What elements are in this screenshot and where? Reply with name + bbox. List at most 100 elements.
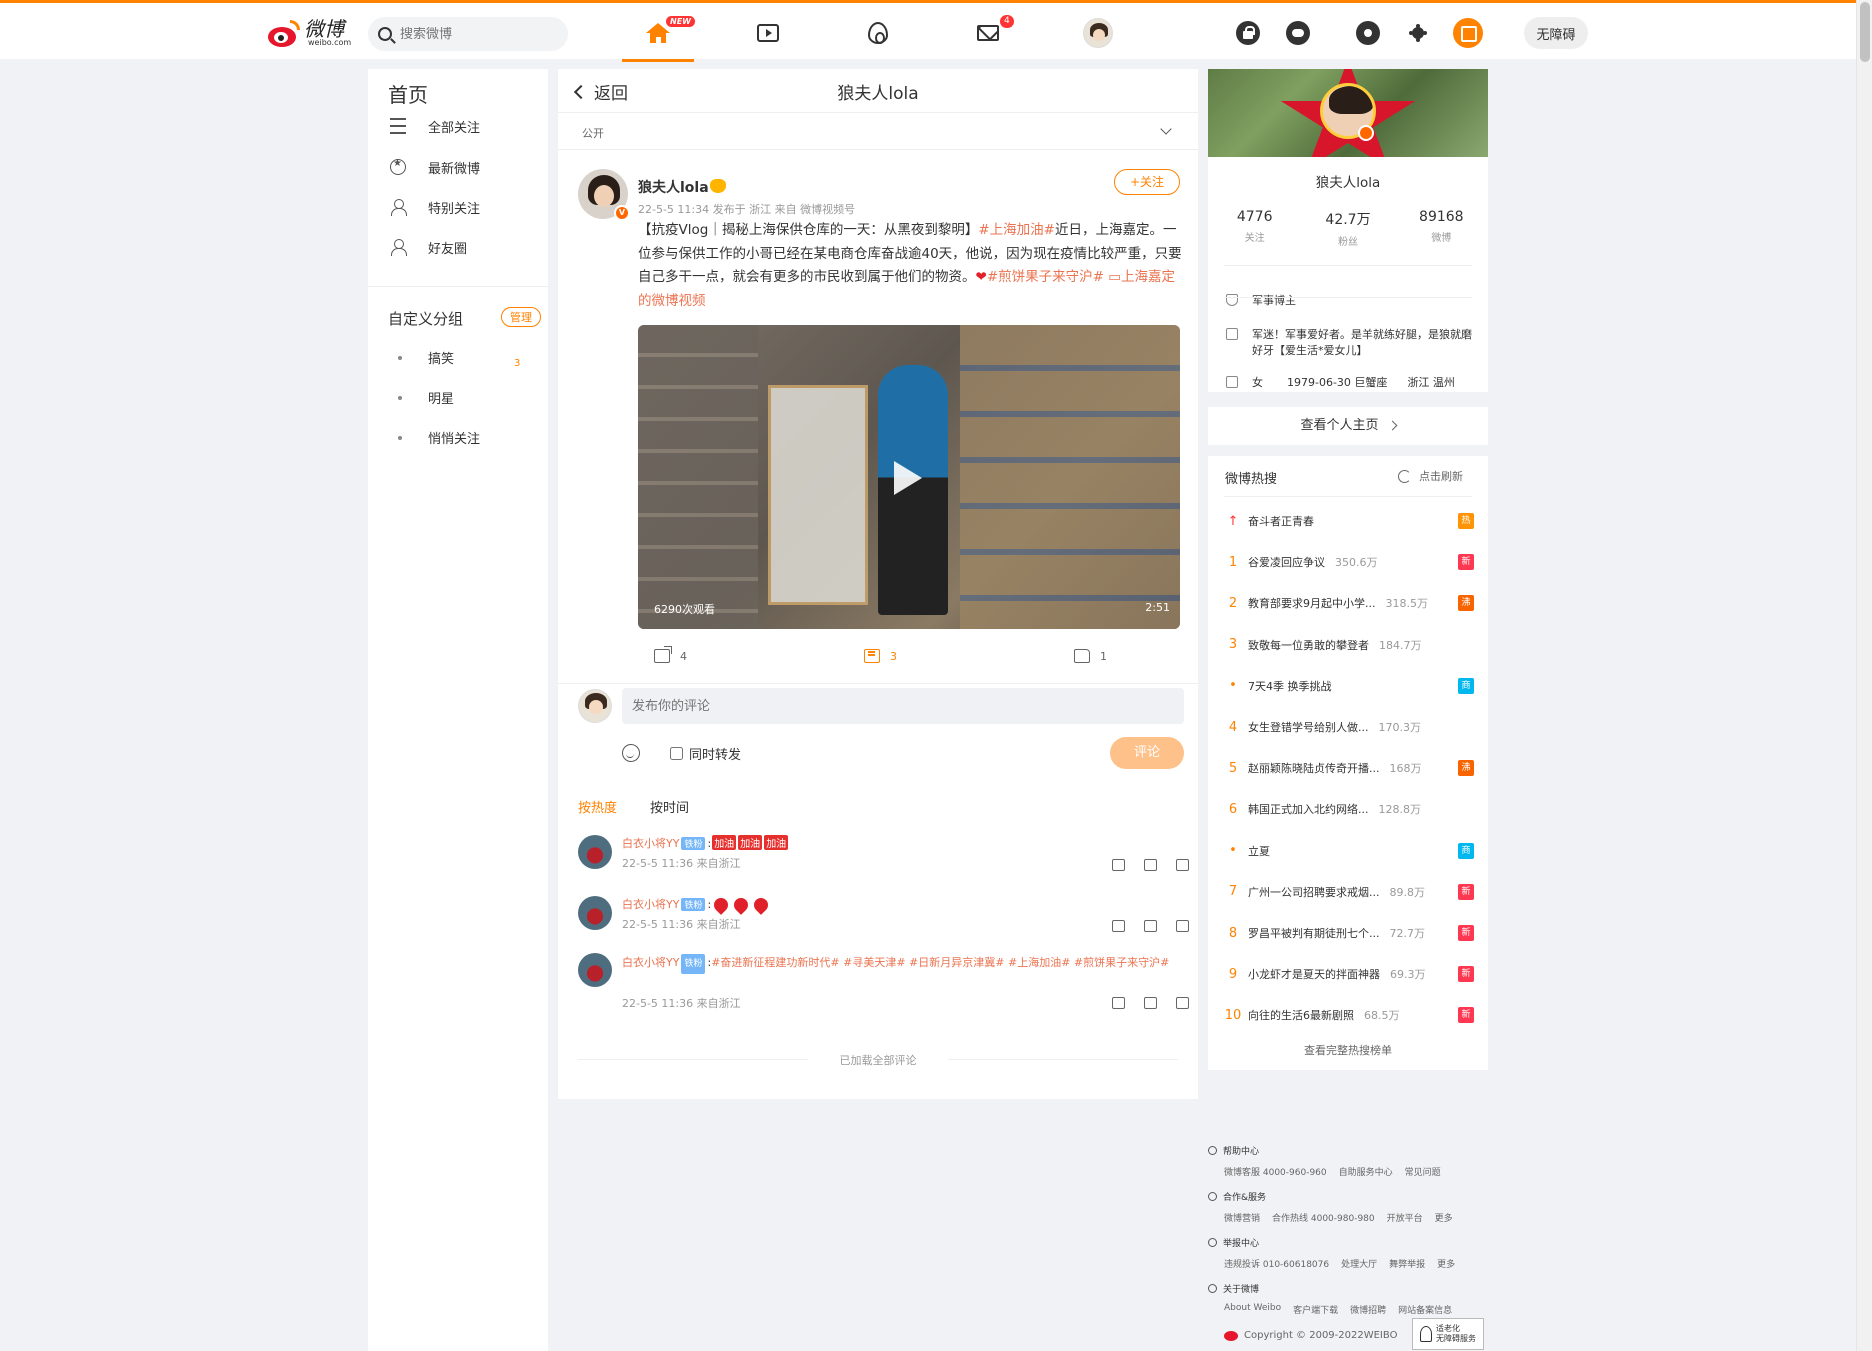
commenter-name[interactable]: 白衣小将YY bbox=[622, 837, 679, 850]
nav-hot[interactable] bbox=[862, 17, 894, 49]
hot-search-badge: 新 bbox=[1458, 925, 1474, 941]
group-item-funny[interactable]: 搞笑 bbox=[398, 348, 454, 367]
thumbs-up-icon[interactable] bbox=[1176, 920, 1189, 932]
theme-sun-icon[interactable] bbox=[1406, 21, 1430, 45]
footer-link[interactable]: 更多 bbox=[1437, 1257, 1455, 1270]
nav-profile[interactable] bbox=[1082, 17, 1114, 49]
emoji-icon[interactable] bbox=[622, 744, 640, 762]
footer-link[interactable]: 合作热线 4000-980-980 bbox=[1272, 1211, 1375, 1224]
footer-link[interactable]: 微博招聘 bbox=[1350, 1303, 1386, 1316]
lock-icon[interactable] bbox=[1236, 21, 1260, 45]
repost-checkbox-input[interactable] bbox=[670, 747, 683, 760]
footer-link[interactable]: 网站备案信息 bbox=[1398, 1303, 1452, 1316]
footer-link[interactable]: 常见问题 bbox=[1405, 1165, 1441, 1178]
post-author-name[interactable]: 狼夫人lola bbox=[638, 177, 709, 197]
manage-groups-button[interactable]: 管理 bbox=[501, 307, 541, 327]
footer-link[interactable]: 微博客服 4000-960-960 bbox=[1224, 1165, 1327, 1178]
gear-icon[interactable] bbox=[1356, 21, 1380, 45]
accessibility-button[interactable]: 无障碍 bbox=[1524, 17, 1588, 49]
hot-search-item[interactable]: ↑ 奋斗者正青春 热 bbox=[1224, 512, 1474, 530]
hashtag-link[interactable]: #奋进新征程建功新时代# #寻美天津# #日新月异京津冀# #上海加油# #煎饼… bbox=[711, 956, 1169, 969]
stat-posts[interactable]: 89168 微博 bbox=[1395, 209, 1488, 248]
stat-following[interactable]: 4776 关注 bbox=[1208, 209, 1301, 248]
commenter-avatar[interactable] bbox=[578, 835, 612, 869]
commenter-name[interactable]: 白衣小将YY bbox=[622, 898, 679, 911]
share-icon[interactable] bbox=[1112, 997, 1125, 1009]
hot-search-item[interactable]: 4 女生登错学号给别人做... 170.3万 bbox=[1224, 718, 1474, 736]
play-icon[interactable] bbox=[894, 461, 922, 495]
hot-search-item[interactable]: 1 谷爱凌回应争议 350.6万 新 bbox=[1224, 553, 1474, 571]
repost-button[interactable]: 4 bbox=[654, 646, 687, 663]
hot-search-item[interactable]: 3 致敬每一位勇敢的攀登者 184.7万 bbox=[1224, 636, 1474, 654]
heart-outline-icon bbox=[1208, 1192, 1217, 1201]
search-input[interactable] bbox=[400, 26, 550, 42]
commenter-name[interactable]: 白衣小将YY bbox=[622, 956, 679, 969]
hot-search-item[interactable]: 6 韩国正式加入北约网络... 128.8万 bbox=[1224, 800, 1474, 818]
repost-checkbox[interactable]: 同时转发 bbox=[670, 744, 741, 763]
footer-link[interactable]: 更多 bbox=[1435, 1211, 1453, 1224]
submit-comment-button[interactable]: 评论 bbox=[1110, 737, 1184, 769]
weibo-logo[interactable]: 微博 weibo.com bbox=[266, 17, 358, 49]
hashtag-link[interactable]: #煎饼果子来守沪# bbox=[987, 269, 1104, 285]
back-button[interactable]: 返回 bbox=[573, 79, 628, 104]
video-player[interactable]: 6290次观看 2:51 bbox=[638, 325, 1180, 629]
hot-search-item[interactable]: • 7天4季 换季挑战 商 bbox=[1224, 677, 1474, 695]
footer-link[interactable]: 开放平台 bbox=[1387, 1211, 1423, 1224]
comment-button[interactable]: 3 bbox=[864, 649, 897, 663]
search-box[interactable] bbox=[368, 17, 568, 51]
page-title: 狼夫人lola bbox=[837, 84, 919, 104]
profile-name[interactable]: 狼夫人lola bbox=[1208, 171, 1488, 191]
sidebar-item-special[interactable]: 特别关注 bbox=[390, 197, 480, 217]
hot-search-item[interactable]: 5 赵丽颖陈晓陆贞传奇开播... 168万 沸 bbox=[1224, 759, 1474, 777]
group-item-secret[interactable]: 悄悄关注 bbox=[398, 428, 480, 447]
divider bbox=[1224, 297, 1472, 298]
hot-search-item[interactable]: 10 向往的生活6最新剧照 68.5万 新 bbox=[1224, 1006, 1474, 1024]
verified-info: 军事博主 bbox=[1226, 293, 1296, 309]
stat-followers[interactable]: 42.7万 粉丝 bbox=[1301, 209, 1394, 248]
sidebar-item-latest[interactable]: 最新微博 bbox=[390, 157, 480, 177]
sort-by-time-tab[interactable]: 按时间 bbox=[650, 797, 689, 816]
compose-button[interactable] bbox=[1453, 18, 1483, 48]
footer-link[interactable]: 违规投诉 010-60618076 bbox=[1224, 1257, 1329, 1270]
elderly-accessibility-badge[interactable]: 适老化 无障碍服务 bbox=[1412, 1318, 1484, 1350]
footer-link[interactable]: 舞弊举报 bbox=[1389, 1257, 1425, 1270]
hot-search-item[interactable]: 8 罗昌平被判有期徒刑七个... 72.7万 新 bbox=[1224, 924, 1474, 942]
share-icon[interactable] bbox=[1112, 859, 1125, 871]
page-scrollbar[interactable] bbox=[1856, 0, 1872, 1351]
comment-icon[interactable] bbox=[1144, 859, 1157, 871]
footer-link[interactable]: 客户端下载 bbox=[1293, 1303, 1338, 1316]
hot-search-item[interactable]: 7 广州一公司招聘要求戒烟... 89.8万 新 bbox=[1224, 883, 1474, 901]
hot-rank: 8 bbox=[1228, 925, 1238, 941]
view-profile-button[interactable]: 查看个人主页 bbox=[1208, 407, 1488, 445]
sidebar-item-all-follow[interactable]: 全部关注 bbox=[390, 116, 480, 136]
footer-link[interactable]: 微博营销 bbox=[1224, 1211, 1260, 1224]
sidebar-item-friends[interactable]: 好友圈 bbox=[390, 237, 467, 257]
thumbs-up-icon[interactable] bbox=[1176, 997, 1189, 1009]
hot-search-item[interactable]: • 立夏 商 bbox=[1224, 842, 1474, 860]
comment-icon[interactable] bbox=[1144, 997, 1157, 1009]
group-item-stars[interactable]: 明星 bbox=[398, 388, 454, 407]
scrollbar-thumb[interactable] bbox=[1860, 2, 1870, 62]
view-full-hot-list[interactable]: 查看完整热搜榜单 bbox=[1208, 1042, 1488, 1058]
chevron-down-icon[interactable] bbox=[1160, 123, 1172, 135]
like-button[interactable]: 1 bbox=[1074, 649, 1107, 663]
sort-by-hot-tab[interactable]: 按热度 bbox=[578, 797, 617, 816]
comment-input[interactable] bbox=[622, 688, 1184, 724]
share-icon[interactable] bbox=[1112, 920, 1125, 932]
comment-icon[interactable] bbox=[1144, 920, 1157, 932]
hashtag-link[interactable]: #上海加油# bbox=[978, 222, 1055, 238]
hot-search-item[interactable]: 2 教育部要求9月起中小学... 318.5万 沸 bbox=[1224, 594, 1474, 612]
thumbs-up-icon[interactable] bbox=[1176, 859, 1189, 871]
footer-link[interactable]: 处理大厅 bbox=[1341, 1257, 1377, 1270]
footer-link[interactable]: About Weibo bbox=[1224, 1303, 1281, 1316]
nav-video[interactable] bbox=[752, 17, 784, 49]
commenter-avatar[interactable] bbox=[578, 953, 612, 987]
commenter-avatar[interactable] bbox=[578, 896, 612, 930]
footer-link[interactable]: 自助服务中心 bbox=[1339, 1165, 1393, 1178]
follow-button[interactable]: +关注 bbox=[1114, 169, 1180, 195]
visibility-selector[interactable]: 公开 bbox=[582, 125, 604, 141]
game-icon[interactable] bbox=[1286, 21, 1310, 45]
divider bbox=[1224, 496, 1472, 497]
refresh-button[interactable]: 点击刷新 bbox=[1398, 468, 1463, 484]
hot-search-item[interactable]: 9 小龙虾才是夏天的拌面神器 69.3万 新 bbox=[1224, 965, 1474, 983]
